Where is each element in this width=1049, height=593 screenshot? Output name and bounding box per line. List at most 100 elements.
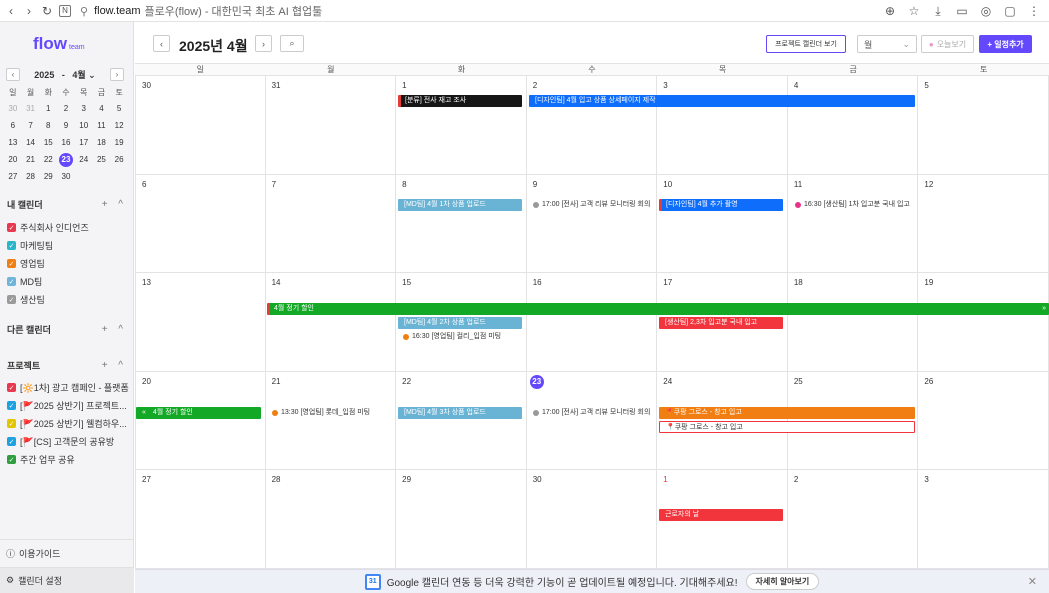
checkbox-icon[interactable]: ✓ xyxy=(7,401,16,410)
day-cell[interactable]: 10 xyxy=(657,174,788,274)
day-cell[interactable]: 1 xyxy=(657,470,788,569)
zoom-icon[interactable]: ⊕ xyxy=(881,2,899,20)
mini-month-select[interactable]: 4월 ⌄ xyxy=(72,70,95,80)
mini-day[interactable]: 9 xyxy=(57,117,75,134)
day-cell[interactable]: 3 xyxy=(657,76,788,175)
day-cell[interactable]: 4 xyxy=(787,76,919,175)
day-cell[interactable]: 3 xyxy=(918,470,1049,569)
day-cell[interactable]: 13 xyxy=(135,273,266,372)
mini-next-month-button[interactable]: › xyxy=(109,68,124,81)
forward-icon[interactable]: › xyxy=(20,2,38,20)
day-cell[interactable]: 18 xyxy=(787,273,919,372)
guide-link[interactable]: ⓘ 이용가이드 xyxy=(0,539,134,567)
mini-day[interactable]: 6 xyxy=(4,117,22,134)
day-cell[interactable]: 30 xyxy=(135,76,266,175)
day-cell[interactable]: 24 xyxy=(657,371,788,471)
day-cell[interactable]: 2 xyxy=(526,76,658,175)
site-info-icon[interactable]: ⚲ xyxy=(80,5,88,18)
checkbox-icon[interactable]: ✓ xyxy=(7,437,16,446)
mini-day[interactable]: 3 xyxy=(75,100,93,117)
mini-day[interactable]: 23 xyxy=(57,151,75,168)
mini-day[interactable]: 11 xyxy=(93,117,111,134)
project-item[interactable]: ✓ 주간 업무 공유 xyxy=(7,453,129,466)
mini-day[interactable]: 16 xyxy=(57,134,75,151)
checkbox-icon[interactable]: ✓ xyxy=(7,259,16,268)
close-icon[interactable]: ✕ xyxy=(1028,575,1037,588)
mini-day[interactable]: 20 xyxy=(4,151,22,168)
reload-icon[interactable]: ↻ xyxy=(38,2,56,20)
banner-learn-more-button[interactable]: 자세히 알아보기 xyxy=(745,573,820,590)
day-cell[interactable]: 5 xyxy=(918,76,1049,175)
mini-day[interactable]: 14 xyxy=(22,134,40,151)
other-calendars-controls[interactable]: + ^ xyxy=(102,324,127,335)
mini-day[interactable]: 7 xyxy=(22,117,40,134)
mini-day[interactable]: 31 xyxy=(22,100,40,117)
view-select[interactable]: 월 ⌄ xyxy=(857,35,917,53)
tab-icon[interactable]: ▢ xyxy=(1001,2,1019,20)
day-cell[interactable]: 25 xyxy=(787,371,919,471)
day-cell[interactable]: 29 xyxy=(396,470,527,569)
add-event-button[interactable]: + 일정추가 xyxy=(979,35,1032,53)
search-button[interactable]: ⌕ xyxy=(280,35,304,52)
download-icon[interactable]: ⤓ xyxy=(929,2,947,20)
mini-day[interactable]: 17 xyxy=(75,134,93,151)
bookmark-icon[interactable]: ☆ xyxy=(905,2,923,20)
mini-day[interactable]: 28 xyxy=(22,168,40,185)
day-cell[interactable]: 8 xyxy=(396,174,527,274)
mini-day[interactable]: 1 xyxy=(39,100,57,117)
project-calendar-button[interactable]: 프로젝트 캘린더 보기 xyxy=(766,35,846,53)
menu-icon[interactable]: ⋮ xyxy=(1025,2,1043,20)
project-item[interactable]: ✓ [🔆1차] 광고 캠페인 - 플랫폼 xyxy=(7,381,129,394)
projects-controls[interactable]: + ^ xyxy=(102,360,127,371)
day-cell[interactable]: 22 xyxy=(396,371,527,471)
mini-day[interactable]: 12 xyxy=(110,117,128,134)
mini-day[interactable]: 8 xyxy=(39,117,57,134)
day-cell[interactable]: 17 xyxy=(657,273,788,372)
day-cell[interactable]: 19 xyxy=(918,273,1049,372)
day-cell[interactable]: 12 xyxy=(918,174,1049,274)
day-cell[interactable]: 20 xyxy=(135,371,266,471)
screen-icon[interactable]: ▭ xyxy=(953,2,971,20)
calendar-item[interactable]: ✓ 마케팅팀 xyxy=(7,239,129,252)
day-cell[interactable]: 23 xyxy=(526,371,658,471)
day-cell[interactable]: 30 xyxy=(526,470,658,569)
calendar-item[interactable]: ✓ 주식회사 인디언즈 xyxy=(7,221,129,234)
calendar-item[interactable]: ✓ 영업팀 xyxy=(7,257,129,270)
next-month-button[interactable]: › xyxy=(255,35,272,52)
checkbox-icon[interactable]: ✓ xyxy=(7,277,16,286)
calendar-item[interactable]: ✓ 생산팀 xyxy=(7,293,129,306)
checkbox-icon[interactable]: ✓ xyxy=(7,383,16,392)
mini-day[interactable]: 30 xyxy=(4,100,22,117)
address-bar[interactable]: ⚲ flow.team 플로우(flow) - 대한민국 최초 AI 협업툴 xyxy=(80,2,950,20)
day-cell[interactable]: 6 xyxy=(135,174,266,274)
mini-day[interactable]: 2 xyxy=(57,100,75,117)
mini-day[interactable]: 5 xyxy=(110,100,128,117)
project-item[interactable]: ✓ [🚩2025 상반기] 프로젝트... xyxy=(7,399,129,412)
mini-day[interactable]: 18 xyxy=(93,134,111,151)
checkbox-icon[interactable]: ✓ xyxy=(7,419,16,428)
mini-day[interactable]: 27 xyxy=(4,168,22,185)
mini-day[interactable]: 19 xyxy=(110,134,128,151)
checkbox-icon[interactable]: ✓ xyxy=(7,455,16,464)
day-cell[interactable]: 31 xyxy=(265,76,397,175)
mini-day[interactable]: 24 xyxy=(75,151,93,168)
day-cell[interactable]: 2 xyxy=(787,470,919,569)
day-cell[interactable]: 9 xyxy=(526,174,658,274)
project-item[interactable]: ✓ [🚩2025 상반기] 웰컴하우... xyxy=(7,417,129,430)
checkbox-icon[interactable]: ✓ xyxy=(7,295,16,304)
flow-logo[interactable]: flow team xyxy=(33,34,85,54)
day-cell[interactable]: 27 xyxy=(135,470,266,569)
day-cell[interactable]: 21 xyxy=(265,371,397,471)
checkbox-icon[interactable]: ✓ xyxy=(7,223,16,232)
day-cell[interactable]: 7 xyxy=(265,174,397,274)
mini-day[interactable]: 10 xyxy=(75,117,93,134)
day-cell[interactable]: 1 xyxy=(396,76,527,175)
mini-calendar-title[interactable]: 2025 - 4월 ⌄ xyxy=(34,68,95,81)
day-cell[interactable]: 15 xyxy=(396,273,527,372)
mini-day[interactable]: 13 xyxy=(4,134,22,151)
mini-day[interactable]: 26 xyxy=(110,151,128,168)
back-icon[interactable]: ‹ xyxy=(2,2,20,20)
mini-day[interactable]: 15 xyxy=(39,134,57,151)
mini-day[interactable]: 29 xyxy=(39,168,57,185)
mini-prev-month-button[interactable]: ‹ xyxy=(6,68,20,81)
